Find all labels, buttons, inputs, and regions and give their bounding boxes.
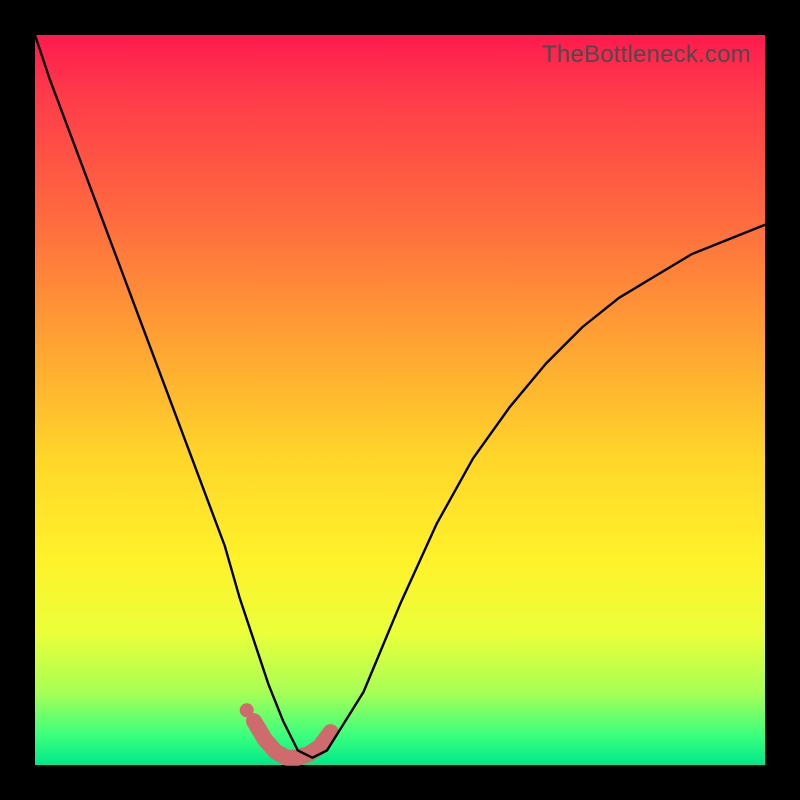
curve-main bbox=[35, 35, 765, 758]
chart-svg bbox=[35, 35, 765, 765]
outer-frame: TheBottleneck.com bbox=[0, 0, 800, 800]
highlight-dot bbox=[240, 703, 254, 717]
plot-area: TheBottleneck.com bbox=[35, 35, 765, 765]
